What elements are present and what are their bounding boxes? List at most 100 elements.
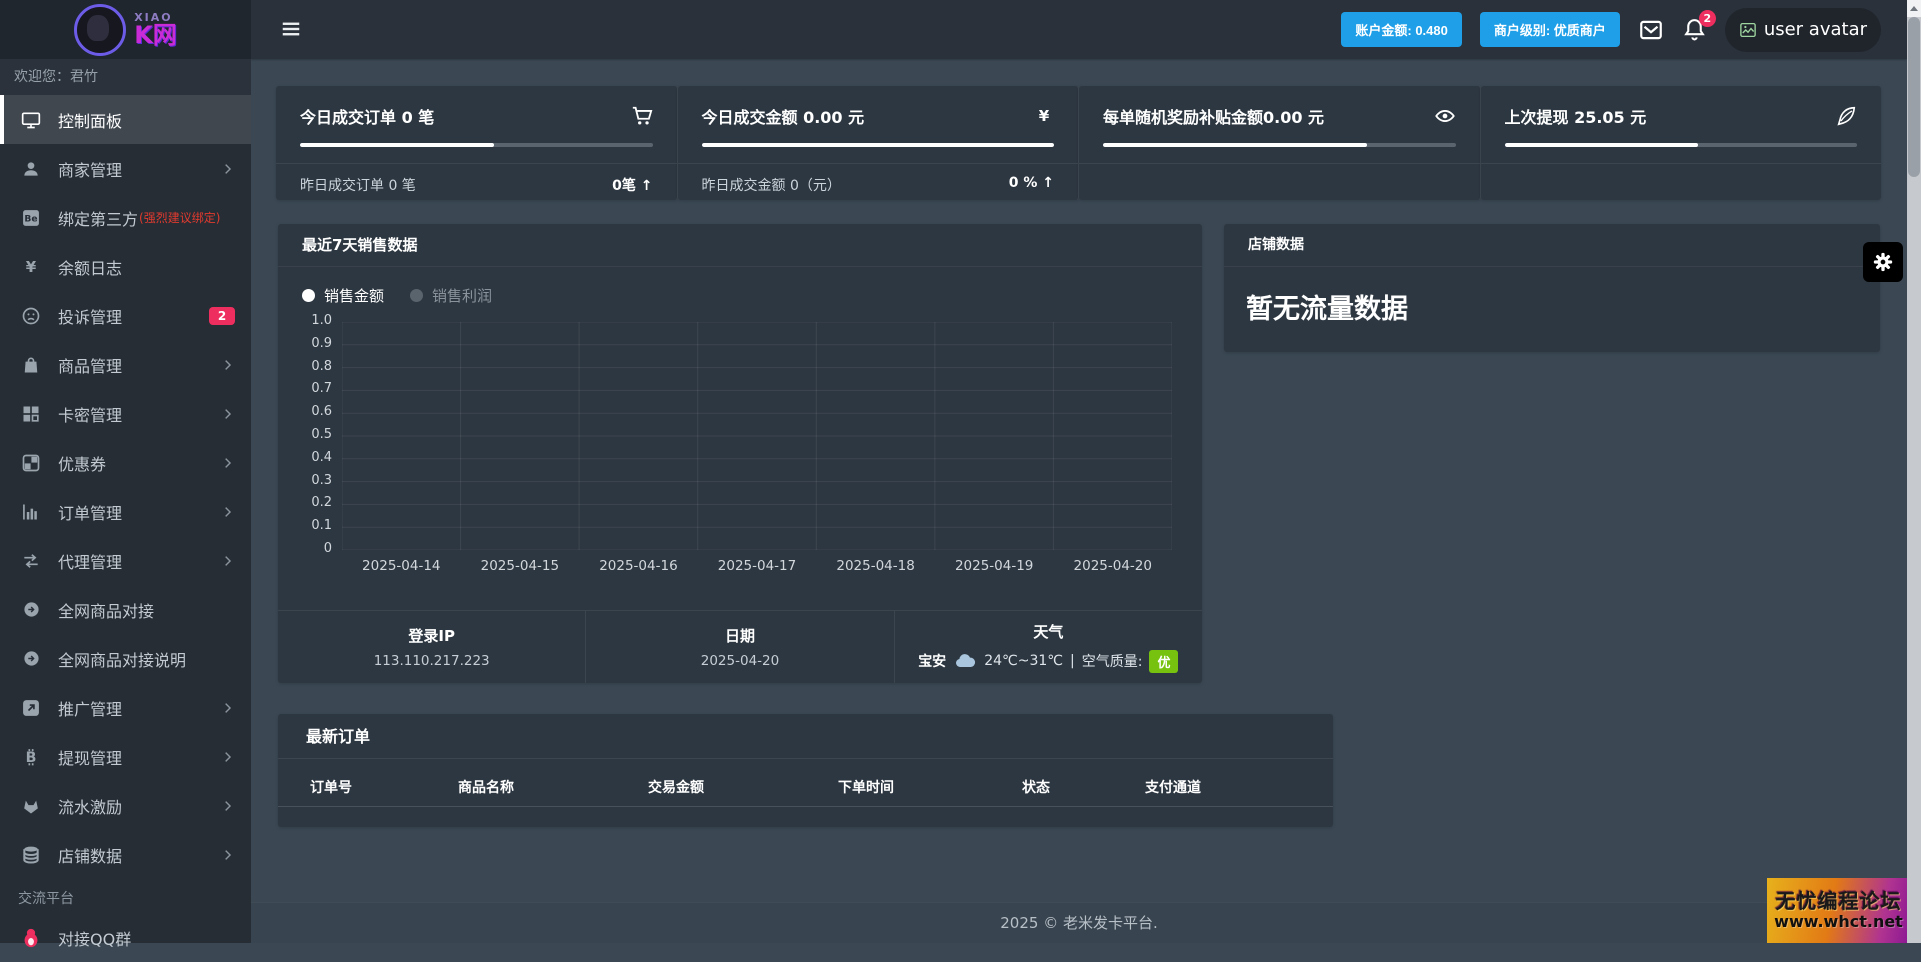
- sidebar-item[interactable]: 卡密管理: [0, 389, 251, 438]
- stat-progress-fill: [1103, 143, 1367, 147]
- sidebar-item-label: 绑定第三方: [58, 206, 138, 230]
- stat-progress-bar: [1505, 143, 1858, 147]
- page-scrollbar[interactable]: [1907, 0, 1921, 943]
- yen-icon: ¥: [20, 256, 42, 278]
- sidebar-item-label: 推广管理: [58, 696, 122, 720]
- chart-x-axis-labels: 2025-04-142025-04-152025-04-162025-04-17…: [342, 558, 1172, 574]
- x-axis-tick-label: 2025-04-16: [579, 558, 698, 574]
- stat-card: 上次提现 25.05 元: [1481, 86, 1882, 200]
- sidebar-item-qq-group[interactable]: 对接QQ群: [0, 913, 251, 962]
- scrollbar-thumb[interactable]: [1908, 17, 1920, 177]
- legend-item[interactable]: 销售利润: [410, 285, 492, 306]
- sidebar-item[interactable]: 全网商品对接说明: [0, 634, 251, 683]
- settings-gear-button[interactable]: [1863, 242, 1903, 282]
- coupon-icon: [20, 452, 42, 474]
- qq-icon: [20, 927, 42, 949]
- chart-legend: 销售金额 销售利润: [302, 284, 1202, 306]
- sidebar-item-label: 商家管理: [58, 157, 122, 181]
- login-ip-label: 登录IP: [408, 625, 455, 646]
- sidebar-item[interactable]: Be 绑定第三方(强烈建议绑定): [0, 193, 251, 242]
- chevron-right-icon: [221, 554, 235, 568]
- y-axis-tick-label: 1.0: [286, 313, 332, 328]
- sidebar-item[interactable]: 投诉管理2: [0, 291, 251, 340]
- x-axis-tick-label: 2025-04-14: [342, 558, 461, 574]
- sidebar-item-label: 控制面板: [58, 108, 122, 132]
- sidebar-item[interactable]: 店铺数据: [0, 830, 251, 879]
- topbar: 账户金额: 0.480 商户级别: 优质商户 2 user avatar: [251, 0, 1907, 59]
- legend-item[interactable]: 销售金额: [302, 285, 384, 306]
- stat-progress-bar: [1103, 143, 1456, 147]
- sidebar-item[interactable]: 商家管理: [0, 144, 251, 193]
- logo[interactable]: XIAO K网: [0, 0, 251, 59]
- sidebar-item[interactable]: 流水激励: [0, 781, 251, 830]
- sidebar-item[interactable]: 优惠券: [0, 438, 251, 487]
- svg-text:¥: ¥: [1039, 107, 1050, 125]
- database-icon: [20, 844, 42, 866]
- sales-chart-card: 最近7天销售数据 销售金额销售利润 1.00.90.80.70.60.50.40…: [278, 224, 1202, 683]
- table-column-header: 订单号: [310, 777, 458, 797]
- chevron-right-icon: [221, 358, 235, 372]
- gear-icon: [1872, 251, 1894, 273]
- bell-icon[interactable]: 2: [1682, 17, 1707, 42]
- sidebar-item[interactable]: B提现管理: [0, 732, 251, 781]
- y-axis-tick-label: 0.7: [286, 381, 332, 396]
- stat-sub-right: 0笔 ↑: [612, 175, 652, 195]
- legend-dot: [302, 289, 315, 302]
- merchant-level-button[interactable]: 商户级别: 优质商户: [1480, 12, 1620, 47]
- stat-cards-row: 今日成交订单 0 笔昨日成交订单 0 笔0笔 ↑今日成交金额 0.00 元¥昨日…: [276, 86, 1881, 200]
- account-balance-button[interactable]: 账户金额: 0.480: [1341, 12, 1461, 47]
- stat-card-title: 每单随机奖励补贴金额0.00 元: [1103, 104, 1324, 128]
- stat-card: 今日成交金额 0.00 元¥昨日成交金额 0（元）0 % ↑: [678, 86, 1080, 200]
- sidebar-item[interactable]: ¥余额日志: [0, 242, 251, 291]
- stat-sub-left: 昨日成交订单 0 笔: [300, 175, 416, 195]
- stat-card: 每单随机奖励补贴金额0.00 元: [1079, 86, 1481, 200]
- chevron-right-icon: [221, 162, 235, 176]
- sidebar-menu: 控制面板商家管理 Be 绑定第三方(强烈建议绑定) ¥余额日志投诉管理2商品管理卡密管…: [0, 95, 251, 879]
- main-content: 今日成交订单 0 笔昨日成交订单 0 笔0笔 ↑今日成交金额 0.00 元¥昨日…: [251, 59, 1907, 943]
- svg-text:B: B: [26, 750, 37, 766]
- monitor-icon: [20, 109, 42, 131]
- sidebar-item-badge: 2: [209, 307, 235, 325]
- external-icon: [20, 697, 42, 719]
- sidebar-item[interactable]: 全网商品对接: [0, 585, 251, 634]
- latest-orders-card: 最新订单 订单号商品名称交易金额下单时间状态支付通道: [278, 714, 1333, 827]
- legend-dot: [410, 289, 423, 302]
- sidebar-item-warning-text: (强烈建议绑定): [139, 209, 220, 226]
- table-column-header: 状态: [1022, 777, 1145, 797]
- y-axis-tick-label: 0.8: [286, 359, 332, 374]
- sidebar: XIAO K网 欢迎您：君竹 控制面板商家管理Be绑定第三方(强烈建议绑定)¥余…: [0, 0, 251, 943]
- bitcoin-icon: B: [20, 746, 42, 768]
- stat-progress-fill: [300, 143, 494, 147]
- stat-card: 今日成交订单 0 笔昨日成交订单 0 笔0笔 ↑: [276, 86, 678, 200]
- air-quality-label: 空气质量:: [1082, 651, 1143, 671]
- up-arrow-icon: [1910, 6, 1918, 11]
- table-column-header: 支付通道: [1145, 777, 1333, 797]
- x-axis-tick-label: 2025-04-17: [698, 558, 817, 574]
- date-block: 日期 2025-04-20: [585, 611, 893, 683]
- sidebar-item[interactable]: 代理管理: [0, 536, 251, 585]
- sidebar-item[interactable]: 推广管理: [0, 683, 251, 732]
- sidebar-item[interactable]: 订单管理: [0, 487, 251, 536]
- sidebar-item-label: 优惠券: [58, 451, 106, 475]
- login-ip-block: 登录IP 113.110.217.223: [278, 611, 585, 683]
- weather-separator: |: [1070, 653, 1075, 669]
- chevron-right-icon: [221, 456, 235, 470]
- sidebar-item-label: 卡密管理: [58, 402, 122, 426]
- sidebar-item-label: 店铺数据: [58, 843, 122, 867]
- sidebar-item[interactable]: 控制面板: [0, 95, 251, 144]
- stat-card-title: 上次提现 25.05 元: [1505, 104, 1647, 128]
- weather-block: 天气 宝安 24℃~31℃ | 空气质量: 优: [894, 611, 1202, 683]
- user-avatar[interactable]: user avatar: [1725, 8, 1881, 52]
- date-label: 日期: [725, 625, 755, 646]
- behance-icon: Be: [20, 207, 42, 229]
- chart-grid: [342, 322, 1172, 550]
- y-axis-tick-label: 0.5: [286, 427, 332, 442]
- mail-icon[interactable]: [1638, 17, 1664, 43]
- sidebar-item[interactable]: 商品管理: [0, 340, 251, 389]
- legend-label: 销售利润: [432, 285, 492, 306]
- sidebar-item-label: 代理管理: [58, 549, 122, 573]
- stat-progress-bar: [702, 143, 1055, 147]
- hamburger-menu-icon[interactable]: [280, 18, 302, 40]
- boxes-icon: [20, 403, 42, 425]
- scrollbar-up-button[interactable]: [1907, 0, 1921, 17]
